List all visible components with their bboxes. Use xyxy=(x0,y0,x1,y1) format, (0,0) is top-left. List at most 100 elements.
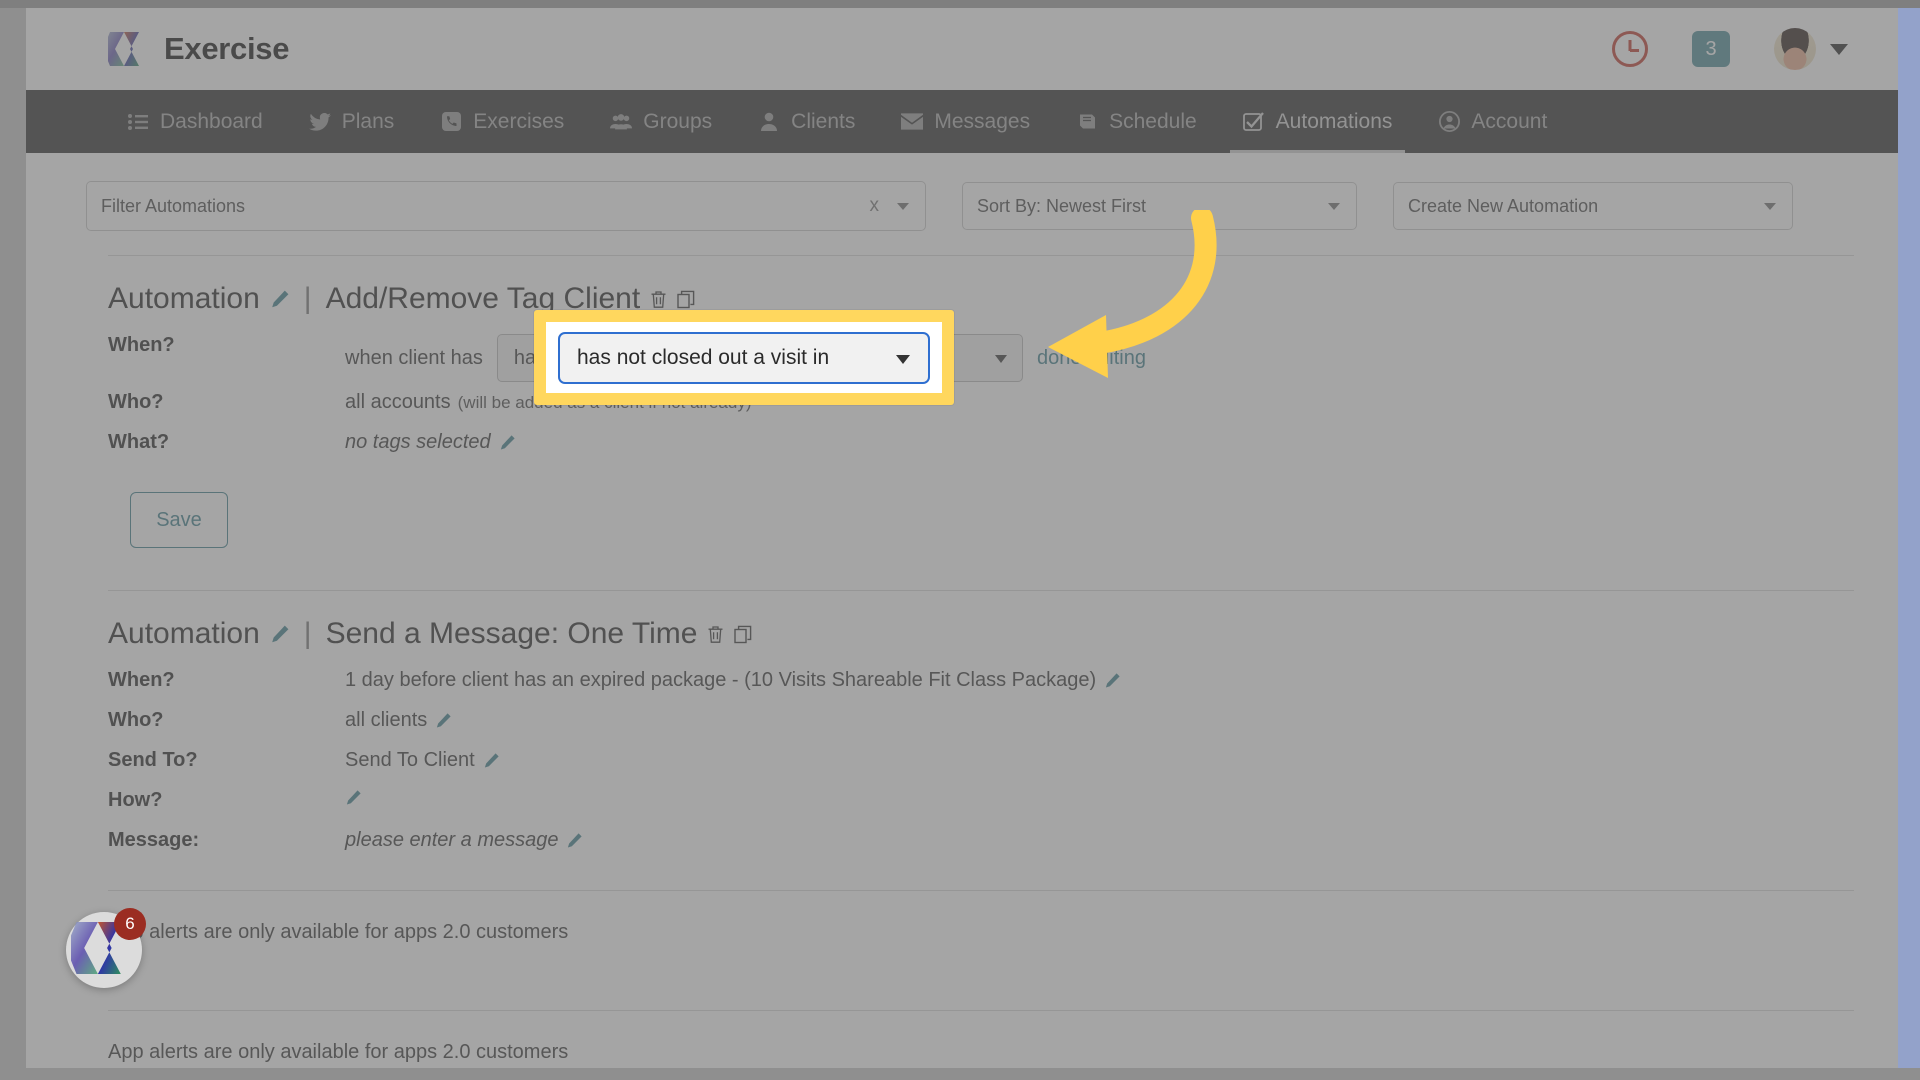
clock-icon[interactable] xyxy=(1612,31,1648,67)
trash-icon[interactable] xyxy=(707,625,724,644)
nav-label: Plans xyxy=(341,109,395,133)
pencil-icon[interactable] xyxy=(270,289,290,309)
nav-label: Automations xyxy=(1275,109,1393,133)
create-new-automation-select[interactable]: Create New Automation xyxy=(1393,182,1793,230)
chevron-down-icon[interactable] xyxy=(1328,203,1340,210)
what-value: no tags selected xyxy=(345,431,491,453)
title-separator: | xyxy=(303,282,312,315)
nav-item-clients[interactable]: Clients xyxy=(735,90,878,153)
row-value: 1 day before client has an expired packa… xyxy=(345,669,1121,692)
pencil-icon[interactable] xyxy=(566,832,583,849)
trash-icon[interactable] xyxy=(650,290,667,309)
pencil-icon[interactable] xyxy=(435,712,452,729)
main-navigation: Dashboard Plans Exercises Groups Clients… xyxy=(26,90,1898,153)
row-text: Send To Client xyxy=(345,749,475,771)
header-actions: 3 xyxy=(1612,28,1858,70)
account-circle-icon xyxy=(1438,111,1460,133)
automation-row-what: What? no tags selected xyxy=(108,431,1854,462)
brand-name: Exercise xyxy=(164,31,290,66)
bird-icon xyxy=(308,111,331,133)
automation-title-row: Automation | Send a Message: One Time xyxy=(108,617,1854,651)
filter-automations-input[interactable]: Filter Automations x xyxy=(86,181,926,231)
chevron-down-icon[interactable] xyxy=(897,203,909,210)
save-button[interactable]: Save xyxy=(130,492,228,548)
users-icon xyxy=(610,111,633,133)
row-label: Who? xyxy=(108,391,164,413)
row-label: How? xyxy=(108,789,163,811)
done-editing-link[interactable]: done editing xyxy=(1037,347,1146,370)
window-edge-right xyxy=(1898,0,1920,1080)
chevron-down-icon[interactable] xyxy=(1764,203,1776,210)
pencil-icon[interactable] xyxy=(270,624,290,644)
chat-launcher-button[interactable]: 6 xyxy=(65,908,146,988)
automation-title-row: Automation | Add/Remove Tag Client xyxy=(108,282,1854,316)
chat-unread-badge: 6 xyxy=(114,908,146,940)
automations-list: Automation | Add/Remove Tag Client When?… xyxy=(26,255,1898,1064)
clear-x-icon[interactable]: x xyxy=(870,195,880,217)
list-icon xyxy=(127,111,149,133)
filter-automations-label: Filter Automations xyxy=(101,195,246,216)
nav-label: Account xyxy=(1471,109,1548,133)
brand[interactable]: Exercise xyxy=(103,30,290,68)
automation-row-when: When? 1 day before client has an expired… xyxy=(108,669,1854,700)
row-label: When? xyxy=(108,334,175,356)
automation-title-prefix: Automation xyxy=(108,617,260,650)
check-box-icon xyxy=(1243,111,1265,133)
create-new-label: Create New Automation xyxy=(1408,195,1599,216)
nav-item-automations[interactable]: Automations xyxy=(1220,90,1416,153)
nav-item-plans[interactable]: Plans xyxy=(286,90,418,153)
automation-row-how: How? xyxy=(108,789,1854,820)
nav-item-account[interactable]: Account xyxy=(1415,90,1570,153)
screenshot-viewport: Exercise 3 Dashboard Plans Exercises Gro… xyxy=(0,0,1920,1080)
window-edge-bottom xyxy=(0,1068,1920,1080)
nav-item-dashboard[interactable]: Dashboard xyxy=(104,90,286,153)
automation-rows: When? when client has has not closed out… xyxy=(108,334,1854,462)
window-edge-top xyxy=(0,0,1920,8)
automation-row-send-to: Send To? Send To Client xyxy=(108,749,1854,780)
sort-by-select[interactable]: Sort By: Newest First xyxy=(962,182,1357,230)
automation-card: Automation | Send a Message: One Time Wh… xyxy=(86,591,1854,860)
pencil-icon[interactable] xyxy=(345,789,362,806)
book-icon xyxy=(1076,111,1098,133)
app-alerts-note: App alerts are only available for apps 2… xyxy=(108,921,569,943)
row-value: Send To Client xyxy=(345,749,500,772)
row-label: Who? xyxy=(108,709,164,731)
chevron-down-icon[interactable] xyxy=(896,354,910,364)
phone-icon xyxy=(440,111,462,133)
nav-label: Groups xyxy=(643,109,713,133)
highlight-annotation-box: has not closed out a visit in xyxy=(534,310,954,405)
row-value xyxy=(345,789,362,806)
nav-item-exercises[interactable]: Exercises xyxy=(417,90,587,153)
pencil-icon[interactable] xyxy=(483,752,500,769)
row-label: Message: xyxy=(108,829,200,851)
row-value-what: no tags selected xyxy=(345,431,516,454)
row-text: 1 day before client has an expired packa… xyxy=(345,669,1097,691)
row-text: all clients xyxy=(345,709,428,731)
window-edge-left xyxy=(0,0,26,1080)
account-menu[interactable] xyxy=(1774,28,1848,70)
pencil-icon[interactable] xyxy=(499,434,516,451)
automation-card: Automation | Add/Remove Tag Client When?… xyxy=(86,256,1854,548)
nav-item-messages[interactable]: Messages xyxy=(878,90,1053,153)
pencil-icon[interactable] xyxy=(1104,672,1121,689)
when-lead-text: when client has xyxy=(345,346,483,369)
automation-row-message: Message: please enter a message xyxy=(108,829,1854,860)
automation-title: Send a Message: One Time xyxy=(325,617,698,650)
nav-item-schedule[interactable]: Schedule xyxy=(1053,90,1220,153)
chevron-down-icon[interactable] xyxy=(995,355,1008,363)
notification-count-badge[interactable]: 3 xyxy=(1692,31,1730,67)
chevron-down-icon[interactable] xyxy=(1830,43,1848,55)
row-value: all clients xyxy=(345,709,452,732)
app-alerts-note: App alerts are only available for apps 2… xyxy=(108,1041,569,1063)
nav-item-groups[interactable]: Groups xyxy=(587,90,735,153)
duplicate-icon[interactable] xyxy=(677,290,695,309)
duplicate-icon[interactable] xyxy=(734,625,752,644)
avatar xyxy=(1774,28,1816,70)
title-separator: | xyxy=(303,617,312,650)
when-condition-selected-value: has not closed out a visit in xyxy=(577,345,830,369)
row-label: Send To? xyxy=(108,749,198,771)
when-condition-select[interactable]: has not closed out a visit in xyxy=(558,331,930,384)
automation-row-who: Who? all accounts (will be added as a cl… xyxy=(108,391,1854,422)
nav-label: Clients xyxy=(791,109,856,133)
nav-label: Exercises xyxy=(473,109,565,133)
